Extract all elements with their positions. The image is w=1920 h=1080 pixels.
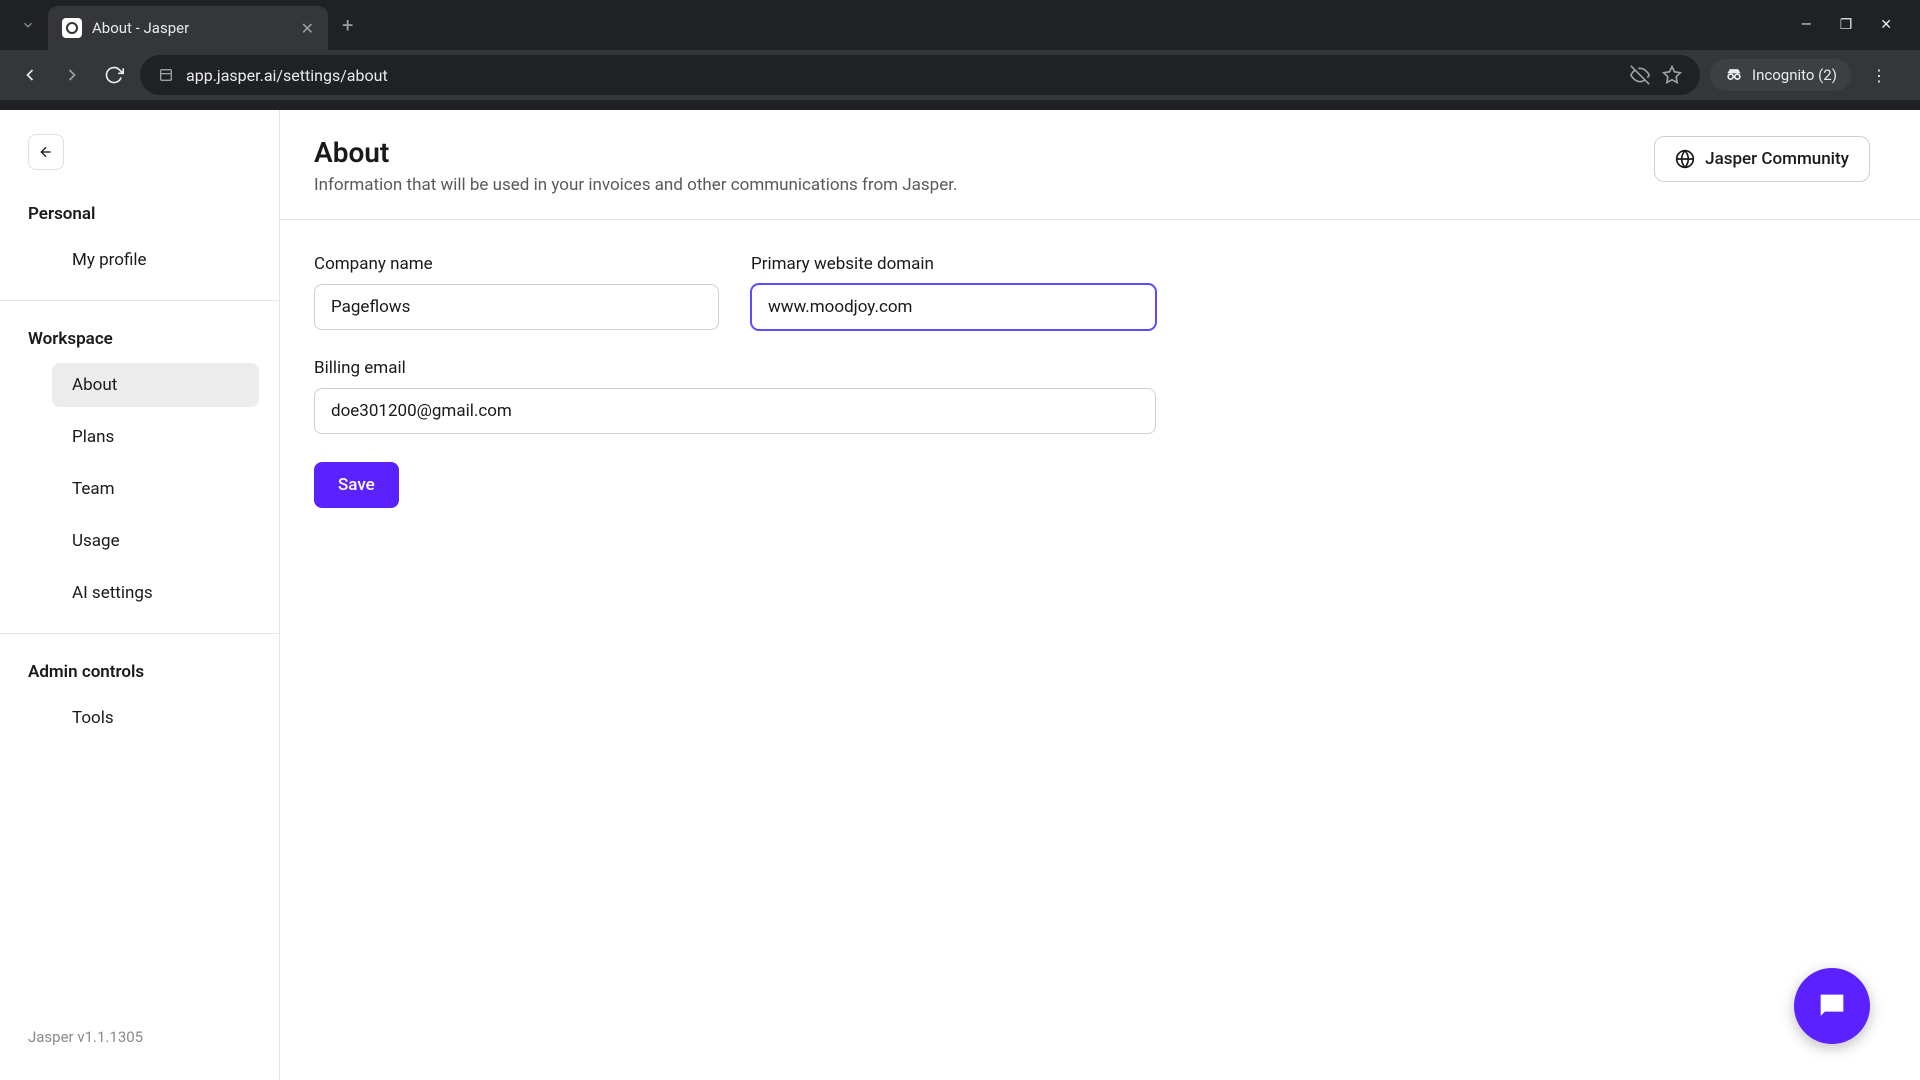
page-header: About Information that will be used in y… [280, 110, 1920, 220]
address-bar: app.jasper.ai/settings/about Incognito (… [0, 50, 1920, 100]
divider [0, 633, 279, 634]
nav-ai-settings[interactable]: AI settings [52, 571, 259, 615]
save-button[interactable]: Save [314, 462, 399, 508]
main-content: About Information that will be used in y… [280, 110, 1920, 1080]
url-text: app.jasper.ai/settings/about [186, 66, 1618, 85]
globe-icon [1675, 149, 1695, 169]
incognito-badge[interactable]: Incognito (2) [1710, 59, 1851, 91]
website-input[interactable] [751, 284, 1156, 330]
new-tab-button[interactable]: + [342, 13, 353, 37]
chat-bubble-icon [1815, 989, 1849, 1023]
window-controls: — ❐ ✕ [1801, 17, 1912, 33]
site-settings-icon[interactable] [158, 67, 174, 83]
company-name-input[interactable] [314, 284, 719, 330]
sidebar: Personal My profile Workspace About Plan… [0, 110, 280, 1080]
company-name-label: Company name [314, 254, 719, 274]
browser-chrome: About - Jasper ✕ + — ❐ ✕ app.jasper.ai/s… [0, 0, 1920, 110]
url-input[interactable]: app.jasper.ai/settings/about [140, 55, 1700, 95]
website-label: Primary website domain [751, 254, 1156, 274]
divider [0, 300, 279, 301]
arrow-left-icon [38, 144, 54, 160]
about-form: Company name Primary website domain Bill… [280, 220, 1500, 542]
app-container: Personal My profile Workspace About Plan… [0, 110, 1920, 1080]
forward-icon[interactable] [56, 59, 88, 91]
nav-usage[interactable]: Usage [52, 519, 259, 563]
nav-plans[interactable]: Plans [52, 415, 259, 459]
tab-close-icon[interactable]: ✕ [301, 19, 314, 38]
billing-email-label: Billing email [314, 358, 1156, 378]
back-icon[interactable] [14, 59, 46, 91]
minimize-icon[interactable]: — [1801, 17, 1812, 33]
browser-tab[interactable]: About - Jasper ✕ [48, 6, 328, 50]
nav-about[interactable]: About [52, 363, 259, 407]
page-title: About [314, 136, 957, 169]
nav-tools[interactable]: Tools [52, 696, 259, 740]
browser-menu-icon[interactable]: ⋮ [1861, 66, 1897, 85]
bookmark-star-icon[interactable] [1662, 65, 1682, 85]
eye-off-icon[interactable] [1630, 65, 1650, 85]
billing-email-input[interactable] [314, 388, 1156, 434]
community-button-label: Jasper Community [1705, 149, 1849, 169]
tab-title: About - Jasper [92, 19, 291, 37]
jasper-community-button[interactable]: Jasper Community [1654, 136, 1870, 182]
chat-fab[interactable] [1794, 968, 1870, 1044]
version-label: Jasper v1.1.1305 [0, 1028, 279, 1056]
section-personal: Personal [0, 190, 279, 234]
reload-icon[interactable] [98, 59, 130, 91]
tab-search-dropdown[interactable] [14, 11, 42, 39]
section-admin: Admin controls [0, 648, 279, 692]
favicon-icon [62, 18, 82, 38]
close-window-icon[interactable]: ✕ [1880, 17, 1892, 33]
nav-team[interactable]: Team [52, 467, 259, 511]
page-subtitle: Information that will be used in your in… [314, 175, 957, 195]
incognito-icon [1724, 65, 1744, 85]
sidebar-back-button[interactable] [28, 134, 64, 170]
section-workspace: Workspace [0, 315, 279, 359]
maximize-icon[interactable]: ❐ [1840, 17, 1853, 33]
incognito-label: Incognito (2) [1752, 66, 1837, 84]
nav-my-profile[interactable]: My profile [52, 238, 259, 282]
tab-bar: About - Jasper ✕ + — ❐ ✕ [0, 0, 1920, 50]
